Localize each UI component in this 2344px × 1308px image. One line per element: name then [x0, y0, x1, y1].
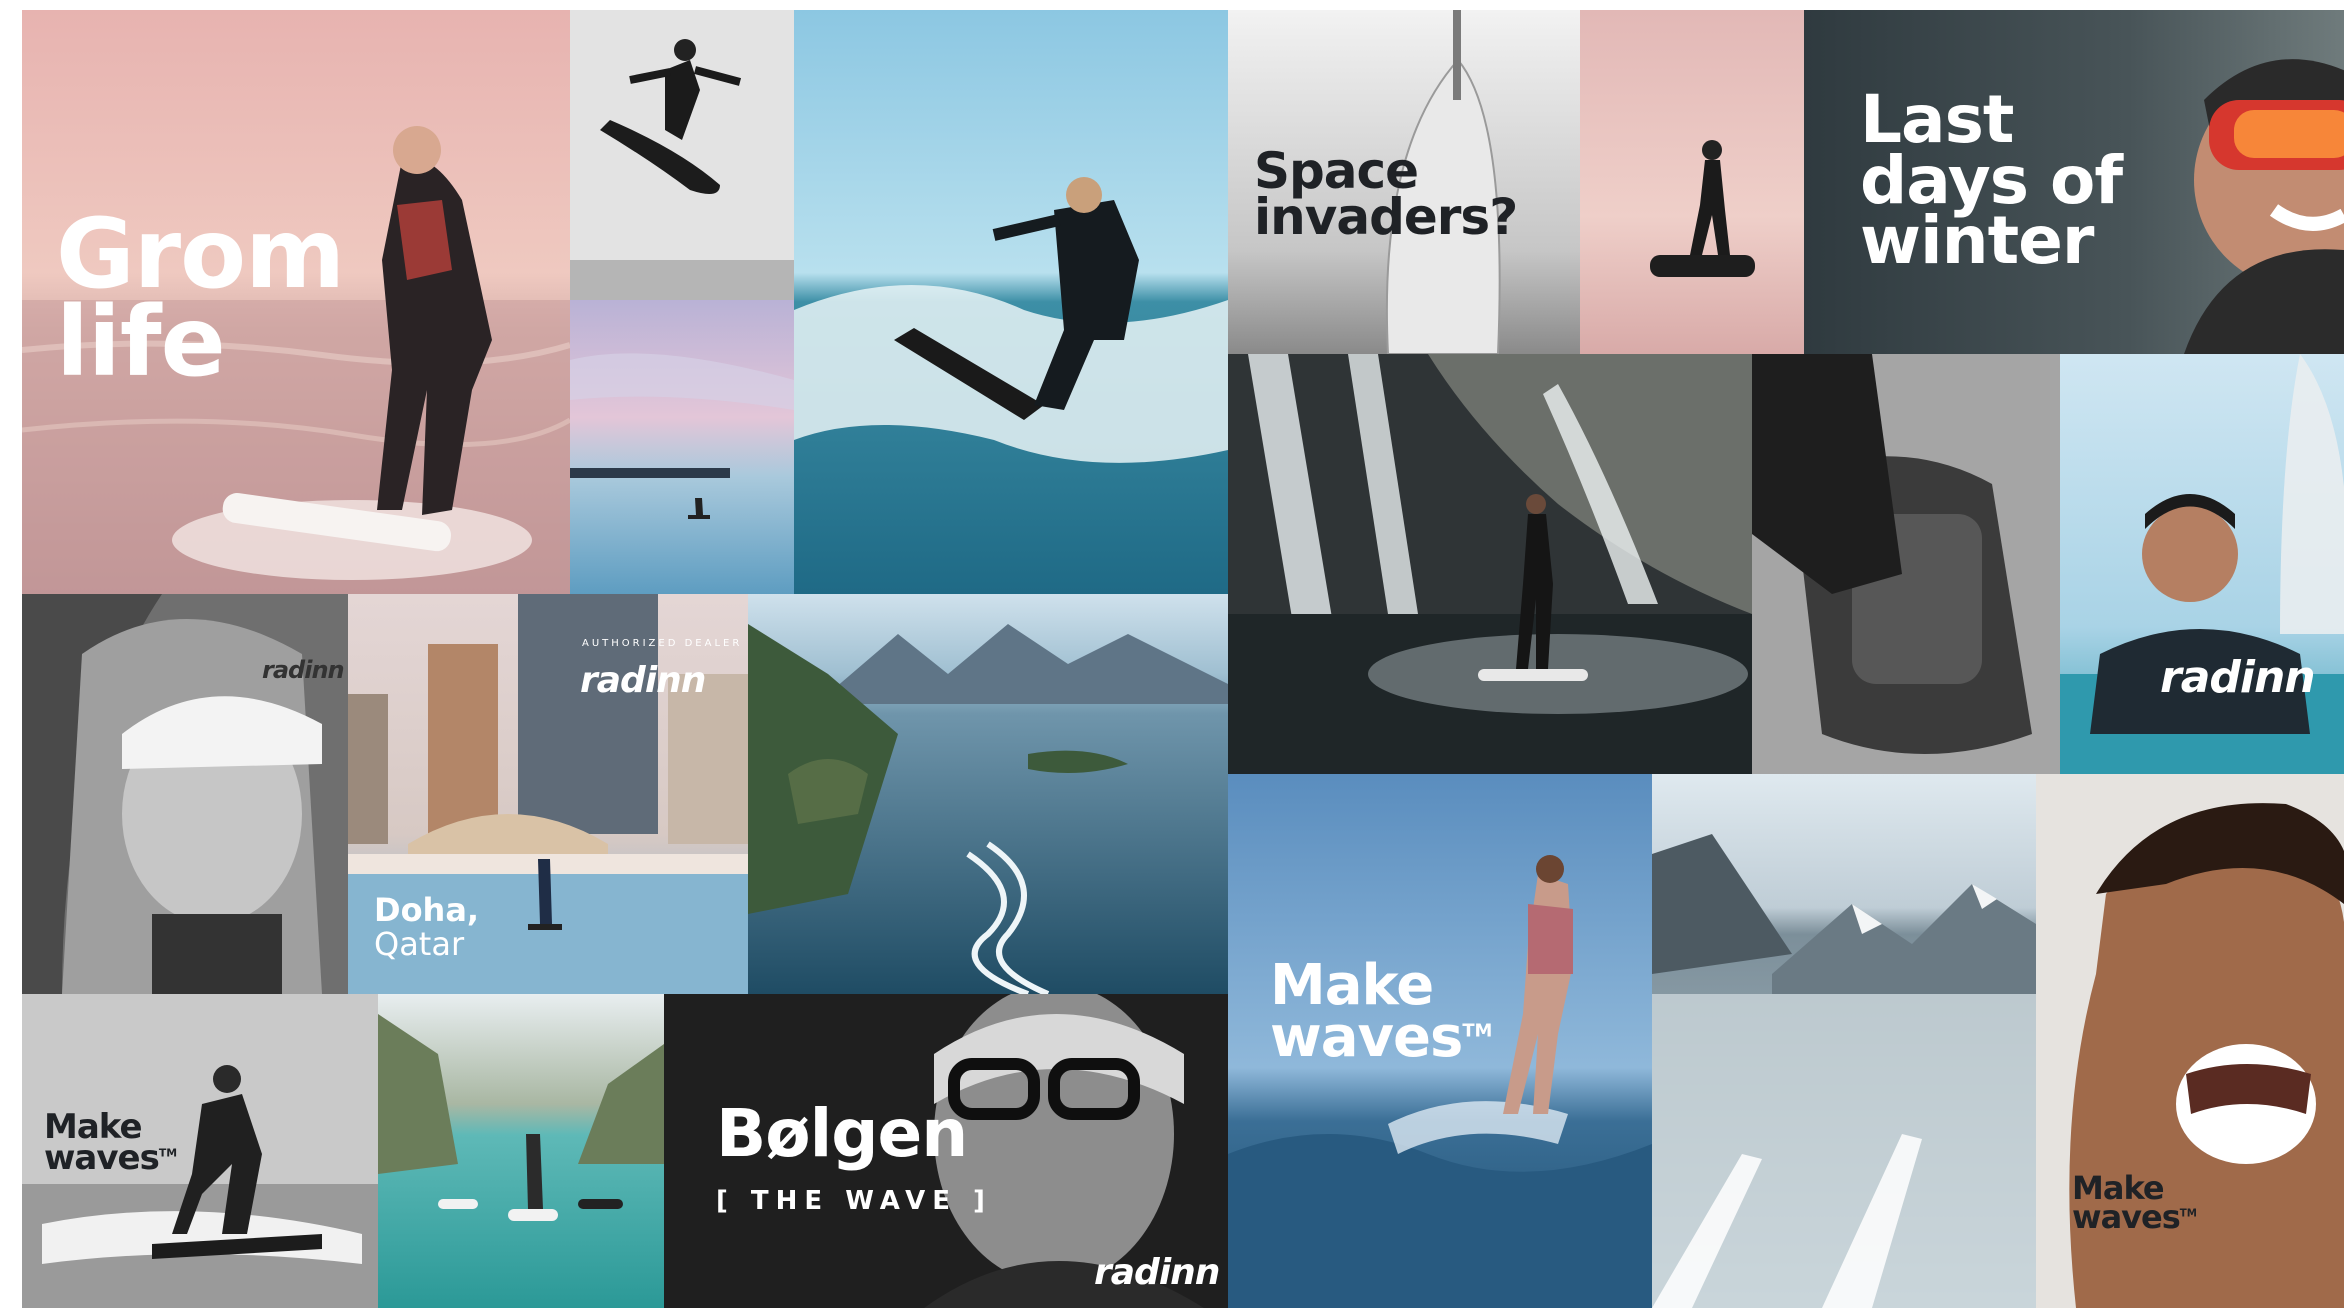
- trademark-mark: TM: [158, 1146, 178, 1160]
- bw-jump-tile: [570, 10, 794, 300]
- bolgen-title: Bølgen: [716, 1095, 968, 1172]
- space-invaders-caption: Space invaders?: [1254, 146, 1518, 246]
- bolgen-tile: Bølgen [ THE WAVE ] radinn: [664, 994, 1228, 1308]
- laughing-face-tile: Make wavesTM: [2036, 774, 2344, 1308]
- board-closeup-image: [1752, 354, 2060, 774]
- last-days-winter-tile: Last days of winter: [1804, 10, 2344, 354]
- doha-caption: Doha, Qatar: [374, 891, 480, 963]
- space-invaders-tile: Space invaders?: [1228, 10, 1580, 354]
- make-waves-bw-tile: Make wavesTM: [22, 994, 378, 1308]
- canyon-trio-tile: [378, 994, 664, 1308]
- mountain-lake-image: [1652, 774, 2036, 1308]
- grom-life-caption: Grom life: [56, 198, 345, 399]
- caption-line: Qatar: [374, 924, 465, 963]
- canyon-trio-image: [378, 994, 664, 1308]
- doha-dealer-badge: radinn: [580, 660, 706, 701]
- caption-line: Grom: [56, 198, 345, 310]
- bolgen-subtitle: [ THE WAVE ]: [716, 1186, 992, 1216]
- caption-line: life: [56, 286, 226, 399]
- waterfall-tile: [1228, 354, 1752, 774]
- caption-line: winter: [1860, 202, 2094, 280]
- make-waves-bw-caption: Make wavesTM: [44, 1110, 178, 1175]
- pink-reflection-image: [1580, 10, 1804, 354]
- dusk-lagoon-tile: [570, 300, 794, 594]
- pink-reflection-tile: [1580, 10, 1804, 354]
- last-days-winter-caption: Last days of winter: [1860, 87, 2123, 280]
- fjord-aerial-tile: [748, 594, 1228, 994]
- cap-woman-tile: radinn: [22, 594, 348, 994]
- cap-woman-image: [22, 594, 348, 994]
- mountain-lake-tile: [1652, 774, 2036, 1308]
- caption-line: wavesTM: [44, 1141, 178, 1175]
- make-waves-center-caption: Make wavesTM: [1270, 958, 1493, 1065]
- wave-surfer-image: [794, 10, 1228, 594]
- dubai-rider-tile: radinn: [2060, 354, 2344, 774]
- waterfall-image: [1228, 354, 1752, 774]
- caption-word: waves: [44, 1138, 160, 1179]
- board-closeup-tile: [1752, 354, 2060, 774]
- doha-dealer-ring: AUTHORIZED DEALER: [582, 638, 743, 649]
- caption-line: Doha,: [374, 891, 480, 929]
- fjord-aerial-image: [748, 594, 1228, 994]
- cap-logo: radinn: [262, 656, 345, 684]
- make-waves-right-caption: Make wavesTM: [2072, 1172, 2197, 1234]
- caption-word: waves: [1270, 1004, 1463, 1070]
- grom-life-tile: Grom life: [22, 10, 570, 594]
- caption-line: wavesTM: [2072, 1201, 2197, 1233]
- doha-qatar-tile: radinn AUTHORIZED DEALER Doha, Qatar: [348, 594, 748, 994]
- dubai-rider-image: [2060, 354, 2344, 774]
- dusk-lagoon-image: [570, 300, 794, 594]
- bw-jump-image: [570, 10, 794, 300]
- dubai-shirt-logo: radinn: [2160, 652, 2316, 703]
- trademark-mark: TM: [2179, 1207, 2197, 1220]
- caption-word: waves: [2072, 1198, 2181, 1237]
- make-waves-center-tile: Make wavesTM: [1228, 774, 1652, 1308]
- bolgen-logo: radinn: [1094, 1252, 1220, 1293]
- trademark-mark: TM: [1462, 1019, 1493, 1041]
- caption-line: wavesTM: [1270, 1009, 1493, 1065]
- caption-line: invaders?: [1254, 188, 1518, 246]
- wave-surfer-tile: [794, 10, 1228, 594]
